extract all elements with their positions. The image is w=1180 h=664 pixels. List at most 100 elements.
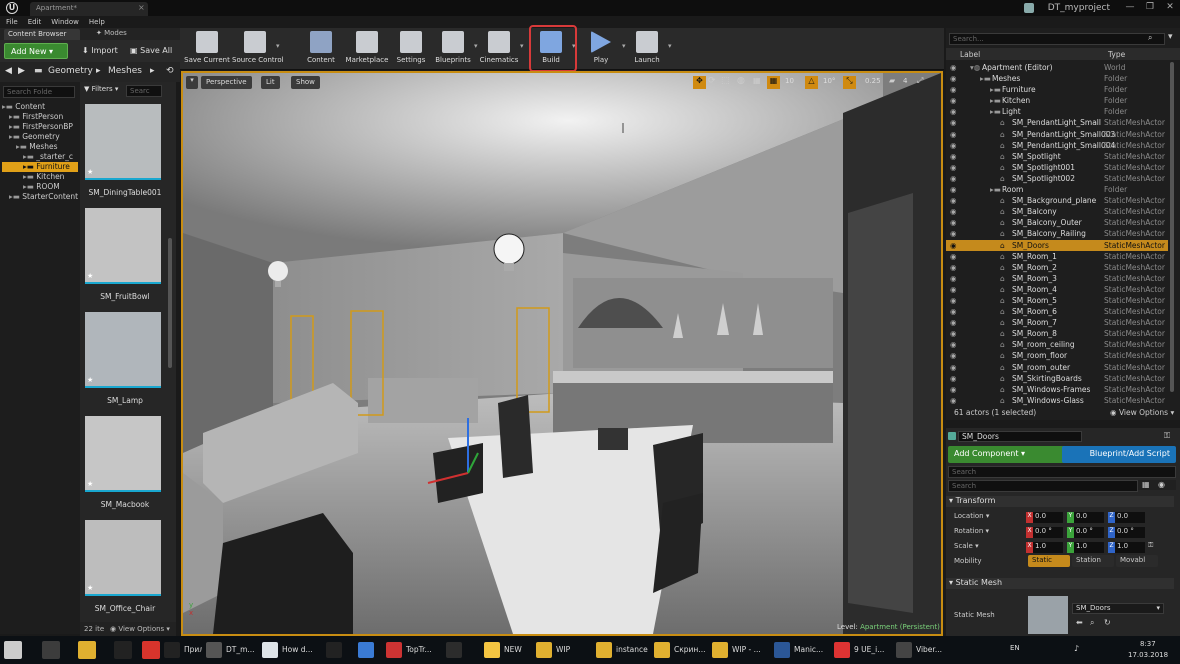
show-button[interactable]: Show — [291, 76, 320, 89]
visibility-eye-icon[interactable]: ◉ — [950, 173, 957, 184]
tree-item[interactable]: ▸▬ Meshes — [2, 142, 78, 152]
scale-x-field[interactable]: 1.0 — [1033, 542, 1063, 553]
outliner-row[interactable]: ◉ ▸▬ Room Folder — [946, 184, 1168, 195]
menu-edit[interactable]: Edit — [28, 16, 42, 28]
mobility-movable[interactable]: Movabl — [1116, 555, 1158, 567]
forward-icon[interactable]: ▶ — [18, 66, 25, 76]
visibility-eye-icon[interactable]: ◉ — [950, 151, 957, 162]
taskbar-item[interactable] — [446, 639, 480, 661]
visibility-eye-icon[interactable]: ◉ — [950, 117, 957, 128]
minimize-icon[interactable]: — — [1122, 2, 1138, 14]
taskbar-item[interactable] — [358, 639, 382, 661]
menu-file[interactable]: File — [6, 16, 18, 28]
marketplace-button[interactable]: Marketplace — [344, 30, 390, 68]
filters-button[interactable]: ▼ Filters ▾ — [84, 85, 118, 97]
outliner-row[interactable]: ◉ ⌂ SM_Room_4 StaticMeshActor — [946, 284, 1168, 295]
app-icon[interactable] — [42, 641, 60, 659]
blueprints-button[interactable]: Blueprints — [430, 30, 476, 68]
rotation-snap-value[interactable]: 10° — [823, 77, 835, 85]
visibility-eye-icon[interactable]: ◉ — [950, 228, 957, 239]
taskbar-item[interactable]: DT_m... — [206, 639, 258, 661]
asset-thumbnail[interactable]: ★ — [85, 416, 161, 492]
visibility-eye-icon[interactable]: ◉ — [950, 306, 957, 317]
scale-lock-icon[interactable]: ⚿ — [1148, 541, 1153, 550]
outliner-row[interactable]: ◉ ⌂ SM_Background_plane StaticMeshActor — [946, 195, 1168, 206]
mobility-station[interactable]: Station — [1072, 555, 1114, 567]
visibility-eye-icon[interactable]: ◉ — [950, 317, 957, 328]
scale-z-field[interactable]: 1.0 — [1115, 542, 1145, 553]
source-control-button[interactable]: Source Control — [232, 30, 284, 68]
outliner-search-input[interactable]: Search... — [949, 33, 1165, 45]
tray-volume-icon[interactable]: ♪ — [1074, 644, 1079, 653]
asset-thumbnail[interactable]: ★ — [85, 520, 161, 596]
taskbar-item[interactable]: WIP - ... — [712, 639, 770, 661]
outliner-row[interactable]: ◉ ▸▬ Light Folder — [946, 106, 1168, 117]
use-selected-icon[interactable]: ⬅ — [1076, 618, 1083, 627]
visibility-eye-icon[interactable]: ◉ — [950, 262, 957, 273]
camera-speed-value[interactable]: 4 — [903, 77, 907, 85]
visibility-eye-icon[interactable]: ◉ — [950, 95, 957, 106]
outliner-row[interactable]: ◉ ⌂ SM_Balcony_Railing StaticMeshActor — [946, 228, 1168, 239]
grid-view-icon[interactable]: ▦ — [1142, 480, 1150, 489]
clock-date[interactable]: 17.03.2018 — [1128, 651, 1168, 659]
taskbar-item[interactable]: WIP — [536, 639, 592, 661]
visibility-eye-icon[interactable]: ◉ — [950, 384, 957, 395]
close-window-icon[interactable]: ✕ — [1162, 2, 1178, 14]
translate-icon[interactable]: ✥ — [693, 76, 706, 89]
visibility-eye-icon[interactable]: ◉ — [950, 240, 957, 251]
rotation-y-field[interactable]: 0.0 ° — [1074, 527, 1104, 538]
taskbar-item[interactable]: instance — [596, 639, 650, 661]
visibility-eye-icon[interactable]: ◉ — [950, 162, 957, 173]
level-tab[interactable]: Apartment* — [30, 2, 148, 16]
tree-item[interactable]: ▸▬ Content — [2, 102, 78, 112]
asset-thumbnail[interactable]: ★ — [85, 104, 161, 180]
visibility-eye-icon[interactable]: ◉ — [950, 217, 957, 228]
level-viewport[interactable]: ▾ Perspective Lit Show ✥ ⟳ ⬚ ◍ ▦ ▦ 10 △ … — [181, 71, 943, 636]
taskbar-item[interactable] — [326, 639, 354, 661]
outliner-row[interactable]: ◉ ▾◍ Apartment (Editor) World — [946, 62, 1168, 73]
add-component-button[interactable]: Add Component ▾ — [948, 446, 1066, 463]
rotation-z-field[interactable]: 0.0 ° — [1115, 527, 1145, 538]
scale-snap-value[interactable]: 0.25 — [865, 77, 881, 85]
tree-item[interactable]: ▸▬ FirstPersonBP — [2, 122, 78, 132]
path-meshes[interactable]: Meshes — [108, 66, 142, 76]
app-icon[interactable] — [114, 641, 132, 659]
outliner-row[interactable]: ◉ ⌂ SM_Room_3 StaticMeshActor — [946, 273, 1168, 284]
viewport-menu-button[interactable]: ▾ — [186, 76, 198, 89]
outliner-row[interactable]: ◉ ⌂ SM_Room_1 StaticMeshActor — [946, 251, 1168, 262]
visibility-eye-icon[interactable]: ◉ — [950, 206, 957, 217]
outliner-settings-icon[interactable]: ▾ — [1168, 32, 1173, 42]
rotate-icon[interactable]: ⟳ — [708, 76, 716, 86]
perspective-button[interactable]: Perspective — [201, 76, 252, 89]
taskbar-item[interactable]: Viber... — [896, 639, 956, 661]
visibility-eye-icon[interactable]: ◉ — [950, 273, 957, 284]
outliner-row[interactable]: ◉ ⌂ SM_Doors StaticMeshActor — [946, 239, 1168, 251]
maximize-icon[interactable]: ❐ — [1142, 2, 1158, 14]
visibility-eye-icon[interactable]: ◉ — [950, 251, 957, 262]
taskbar-item[interactable]: TopTr... — [386, 639, 442, 661]
eye-toggle-icon[interactable]: ◉ — [1158, 480, 1165, 489]
visibility-eye-icon[interactable]: ◉ — [950, 84, 957, 95]
outliner-row[interactable]: ◉ ⌂ SM_PendantLight_Small003 StaticMeshActo… — [946, 129, 1168, 140]
play-button[interactable]: Play — [578, 30, 624, 68]
visibility-eye-icon[interactable]: ◉ — [950, 362, 957, 373]
tab-content-browser[interactable]: Content Browser — [4, 29, 80, 40]
tree-item[interactable]: ▸▬ ROOM — [2, 182, 78, 192]
outliner-row[interactable]: ◉ ▸▬ Furniture Folder — [946, 84, 1168, 95]
dropdown-arrow-icon[interactable]: ▾ — [276, 42, 280, 50]
outliner-row[interactable]: ◉ ⌂ SM_room_floor StaticMeshActor — [946, 350, 1168, 361]
tray-lang[interactable]: EN — [1010, 644, 1020, 652]
rotation-x-field[interactable]: 0.0 ° — [1033, 527, 1063, 538]
scale-y-field[interactable]: 1.0 — [1074, 542, 1104, 553]
launch-button[interactable]: Launch — [624, 30, 670, 68]
outliner-row[interactable]: ◉ ⌂ SM_PendantLight_Small StaticMeshActor — [946, 117, 1168, 128]
reset-icon[interactable]: ↻ — [1104, 618, 1111, 627]
lit-button[interactable]: Lit — [261, 76, 280, 89]
visibility-eye-icon[interactable]: ◉ — [950, 73, 957, 84]
outliner-row[interactable]: ◉ ⌂ SM_Spotlight002 StaticMeshActor — [946, 173, 1168, 184]
outliner-row[interactable]: ◉ ⌂ SM_room_ceiling StaticMeshActor — [946, 339, 1168, 350]
outliner-row[interactable]: ◉ ⌂ SM_Balcony_Outer StaticMeshActor — [946, 217, 1168, 228]
visibility-eye-icon[interactable]: ◉ — [950, 350, 957, 361]
close-tab-icon[interactable]: × — [138, 3, 145, 12]
taskbar-item[interactable]: Скрин... — [654, 639, 708, 661]
